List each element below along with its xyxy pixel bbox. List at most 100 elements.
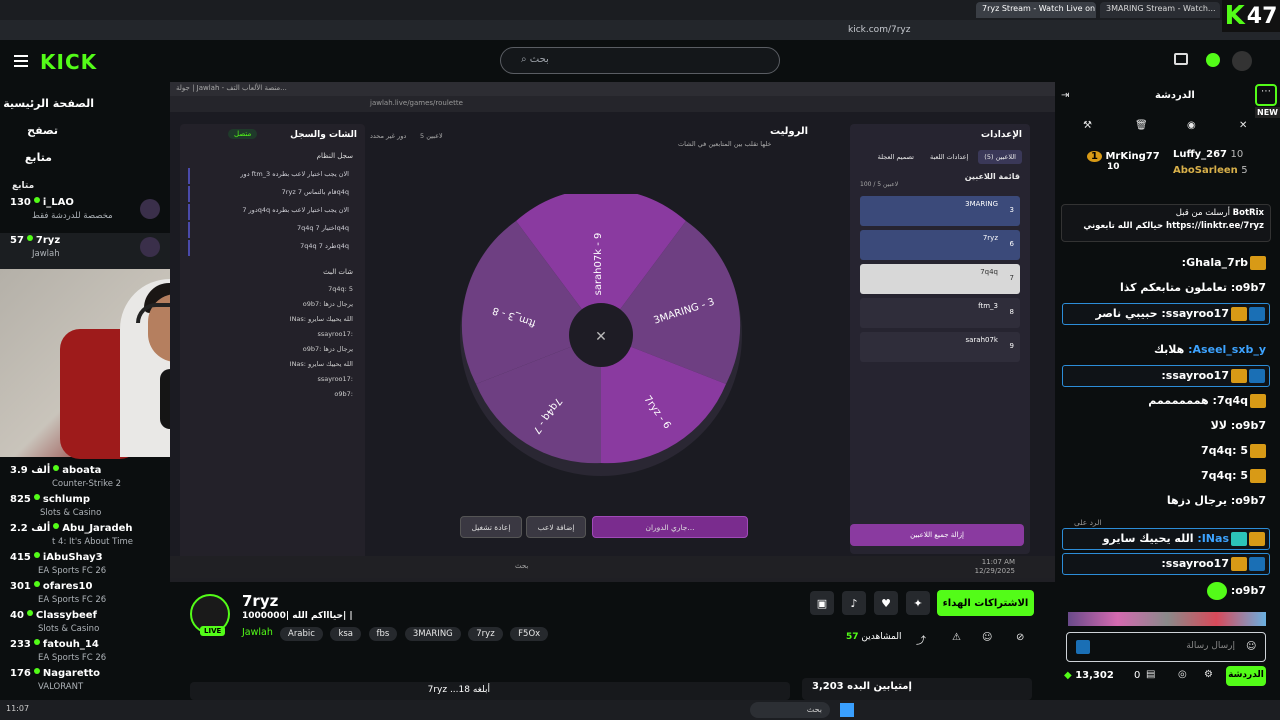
menu-icon[interactable] <box>14 55 28 67</box>
bell-icon[interactable]: ♪ <box>842 591 866 615</box>
roulette-app: الشات والسجل متصل سجل النظام دور ftm_3 ا… <box>170 112 1055 572</box>
follow-item[interactable]: 130 i_LAO مخصصة للدردشة فقط <box>0 195 170 233</box>
windows-start-icon[interactable] <box>840 703 854 717</box>
avatar[interactable] <box>1232 51 1252 71</box>
wheel-label: sarah07k - 9 <box>593 233 604 296</box>
tab-players[interactable]: اللاعبين (5) <box>978 150 1022 164</box>
mod-icon[interactable] <box>1076 640 1090 654</box>
address-bar[interactable]: kick.com/7ryz <box>0 20 1280 40</box>
chat-message: INas: الله يحييك سايرو <box>1062 528 1270 550</box>
log-line: دور 7q4q الان يجب اختيار لاعب بطرده <box>188 204 357 220</box>
sidebar-item-following[interactable]: متابع <box>0 144 170 171</box>
hammer-icon[interactable]: ⚒ <box>1083 120 1092 131</box>
follow-item[interactable]: 301 ofares10 EA Sports FC 26 <box>0 579 170 608</box>
search-input[interactable]: ⌕ بحث <box>500 47 780 74</box>
restart-button[interactable]: إعادة تشغيل <box>460 516 522 538</box>
follow-item[interactable]: 3.9 ألف aboata Counter-Strike 2 <box>0 463 170 492</box>
zero-count: 0 <box>1134 670 1141 681</box>
heart-icon[interactable]: ♥ <box>874 591 898 615</box>
follow-item[interactable]: 57 7ryz Jawlah <box>0 233 170 271</box>
chat-settings-icon[interactable]: ◎ <box>1178 669 1187 680</box>
collapse-chat-icon[interactable]: ⇥ <box>1061 90 1069 101</box>
settings-panel: الإعدادات اللاعبين (5) إعدادات اللعبة تص… <box>850 124 1030 554</box>
tag[interactable]: Arabic <box>280 627 323 641</box>
tab-3maring[interactable]: 3MARING Stream - Watch... <box>1100 2 1220 18</box>
chat-log-title: الشات والسجل <box>290 130 357 140</box>
round-status: دور غير محدد <box>370 132 407 140</box>
mute-icon[interactable]: ⊘ <box>1016 632 1024 643</box>
kick-k-icon: K <box>1224 1 1245 31</box>
roulette-wheel[interactable]: ✕ sarah07k - 9 3MARING - 3 7ryz - 6 7q4q… <box>460 194 742 476</box>
player-row[interactable]: 7ryz 6 <box>860 230 1020 260</box>
trash-icon[interactable]: 🗑 <box>1135 120 1148 131</box>
spin-button[interactable]: جاري الدوران... <box>592 516 748 538</box>
game-title: الروليت <box>770 126 809 137</box>
share-icon[interactable]: ⤴ <box>916 632 926 647</box>
tag[interactable]: ksa <box>330 627 362 641</box>
clip-icon[interactable]: ▣ <box>810 591 834 615</box>
live-badge: LIVE <box>200 626 226 636</box>
chat-message: o9b7: <box>1062 579 1270 601</box>
chat-input[interactable]: إرسال رسالة <box>1066 632 1266 662</box>
follow-item[interactable]: 40 Classybeef Slots & Casino <box>0 608 170 637</box>
tag-list: Arabic ksa fbs 3MARING 7ryz F5Ox <box>280 626 552 641</box>
stream-chat-title: شات البث <box>323 268 353 276</box>
tag[interactable]: 3MARING <box>404 627 461 641</box>
log-line: 7q4q طرد 7q4q <box>188 240 357 256</box>
chat-message: ssayroo17: <box>1062 365 1270 387</box>
new-badge: NEW <box>1255 107 1280 118</box>
taskbar-search[interactable]: بحث <box>750 702 830 718</box>
chat-message: 7q4q: 5 <box>1062 466 1270 488</box>
kick-counter-badge: K 47 <box>1222 0 1280 32</box>
tab-wheel-design[interactable]: تصميم العجلة <box>872 150 920 164</box>
emoji-icon[interactable]: ☺ <box>1246 641 1256 652</box>
tag[interactable]: F5Ox <box>510 627 549 641</box>
log-line: 7ryz قام بالتماس 7q4q <box>188 186 357 202</box>
wheel-hub-icon: ✕ <box>595 329 607 345</box>
bottom-card-right: 3,203 إمتيابين البده <box>802 678 1032 700</box>
send-chat-button[interactable]: الدردشة <box>1226 666 1266 686</box>
tab-game-settings[interactable]: إعدادات اللعبة <box>924 150 974 164</box>
kick-logo[interactable]: KICK <box>40 50 97 74</box>
report-icon[interactable]: ⚠ <box>952 632 961 643</box>
chat-bubble-icon[interactable]: ◉ <box>1187 120 1196 131</box>
stream-category[interactable]: Jawlah <box>242 627 273 638</box>
sidebar-item-browse[interactable]: تصفح <box>0 117 170 144</box>
chat-message: Aseel_sxb_y: هلابك <box>1153 343 1266 356</box>
follow-item[interactable]: 233 fatouh_14 EA Sports FC 26 <box>0 637 170 666</box>
players-count: 5 لاعبين <box>420 132 443 140</box>
tag[interactable]: fbs <box>368 627 398 641</box>
stream-video[interactable]: جولة | Jawlah - منصة الألعاب التف... jaw… <box>170 82 1055 582</box>
log-line: 7q4q اختيار 7q4q <box>188 222 357 238</box>
channel-name[interactable]: 7ryz <box>242 592 278 610</box>
sidebar-item-home[interactable]: الصفحة الرئيسية <box>0 90 170 117</box>
follow-item[interactable]: 176 Nagaretto VALORANT <box>0 666 170 695</box>
chat-message: o9b7: لالا <box>1210 419 1266 432</box>
kick-points-icon[interactable] <box>1206 53 1220 67</box>
users-icon[interactable]: ☺ <box>982 632 992 643</box>
chat-message: o9b7: يرجال دزها <box>1166 494 1266 507</box>
player-row[interactable]: 7q4q 7 <box>860 264 1020 294</box>
inner-address-bar: jawlah.live/games/roulette <box>170 96 1055 112</box>
gift-sub-icon[interactable]: ✦ <box>906 591 930 615</box>
status-badge: متصل <box>228 129 258 139</box>
subscribe-button[interactable]: الاشتراكات الهداء <box>937 590 1034 616</box>
follow-item[interactable]: 2.2 ألف Abu_Jaradeh t 4: It's About Time <box>0 521 170 550</box>
add-player-button[interactable]: إضافة لاعب <box>526 516 586 538</box>
store-icon[interactable]: ▤ <box>1146 669 1155 680</box>
player-row[interactable]: ftm_3 8 <box>860 298 1020 328</box>
player-row[interactable]: sarah07k 9 <box>860 332 1020 362</box>
remove-all-button[interactable]: إزالة جميع اللاعبين <box>850 524 1024 546</box>
emote-bar[interactable] <box>1068 612 1266 626</box>
follow-item[interactable]: 415 iAbuShay3 EA Sports FC 26 <box>0 550 170 579</box>
player-row[interactable]: 3MARING 3 <box>860 196 1020 226</box>
gift-icon[interactable] <box>1174 53 1188 65</box>
log-line: دور ftm_3 الان يجب اختيار لاعب بطرده <box>188 168 357 184</box>
tag[interactable]: 7ryz <box>468 627 503 641</box>
gear-icon[interactable]: ⚙ <box>1204 669 1213 680</box>
follow-item[interactable]: 825 schlump Slots & Casino <box>0 492 170 521</box>
tab-7ryz[interactable]: 7ryz Stream - Watch Live on Kick <box>976 2 1096 18</box>
chat-title: الدردشة <box>1155 90 1195 101</box>
close-icon[interactable]: ✕ <box>1239 120 1247 131</box>
more-icon[interactable]: ⋯ <box>1255 84 1277 106</box>
